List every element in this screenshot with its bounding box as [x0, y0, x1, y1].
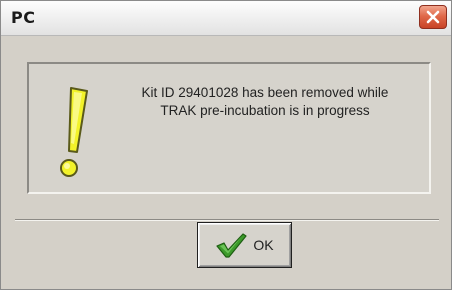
checkmark-icon [216, 233, 247, 258]
ok-button[interactable]: OK [197, 222, 292, 268]
exclamation-icon [60, 87, 88, 177]
close-button[interactable] [419, 5, 447, 29]
dialog-body: Kit ID 29401028 has been removed while T… [1, 36, 451, 289]
message-panel: Kit ID 29401028 has been removed while T… [27, 62, 431, 194]
message-line-2: TRAK pre-incubation is in progress [160, 103, 370, 118]
divider [15, 219, 439, 221]
message-text: Kit ID 29401028 has been removed while T… [115, 84, 415, 120]
close-icon [426, 10, 440, 24]
title-bar[interactable]: PC [1, 1, 451, 36]
dialog-window: PC Kit ID 29401028 has been removed whil… [0, 0, 452, 290]
ok-button-label: OK [253, 237, 274, 253]
window-title: PC [11, 8, 36, 27]
message-line-1: Kit ID 29401028 has been removed while [141, 85, 389, 100]
